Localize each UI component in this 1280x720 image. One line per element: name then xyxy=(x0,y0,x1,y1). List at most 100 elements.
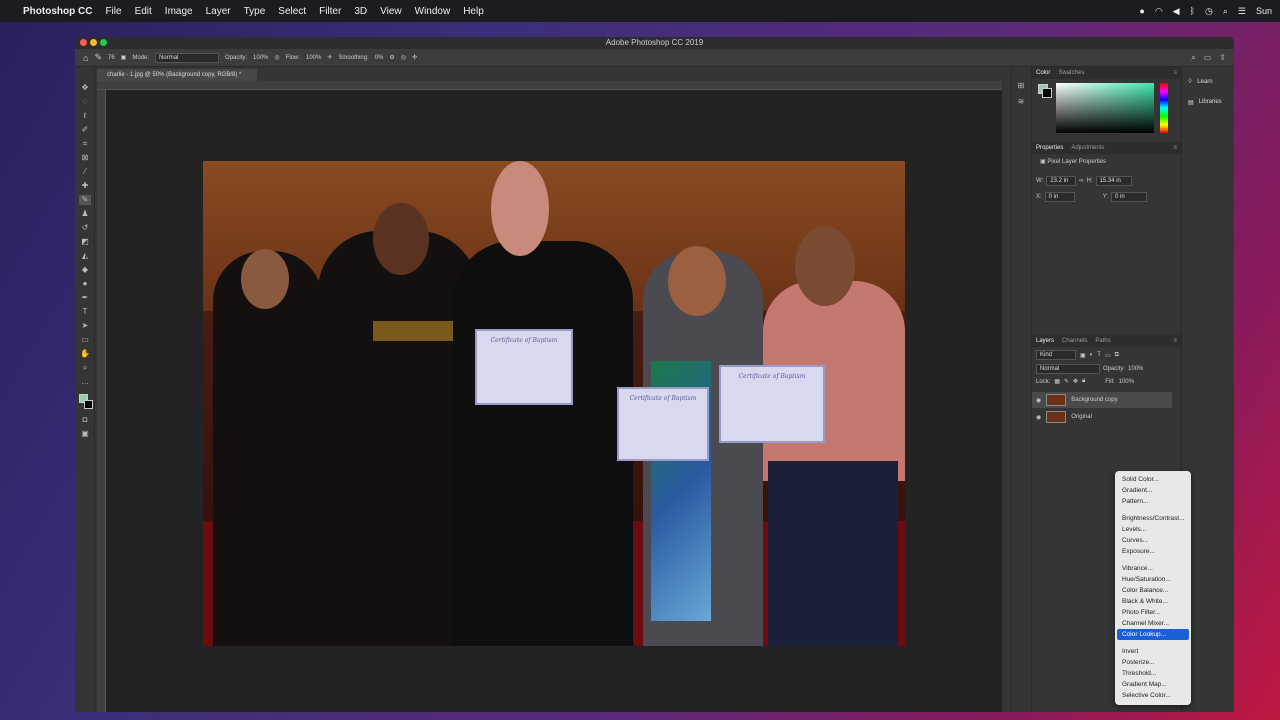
menu-layer[interactable]: Layer xyxy=(206,6,231,17)
menu-posterize[interactable]: Posterize... xyxy=(1117,657,1189,668)
filter-shape-icon[interactable]: ▭ xyxy=(1105,352,1111,359)
app-menu[interactable]: Photoshop CC xyxy=(23,6,92,17)
eraser-icon[interactable]: ◩ xyxy=(79,237,91,247)
menu-filter[interactable]: Filter xyxy=(319,6,341,17)
panel-menu-icon[interactable]: ≡ xyxy=(1173,70,1177,76)
close-icon[interactable] xyxy=(80,39,87,46)
h-field[interactable]: 15.34 in xyxy=(1095,176,1132,186)
tab-adjustments[interactable]: Adjustments xyxy=(1071,145,1104,151)
menu-curves[interactable]: Curves... xyxy=(1117,535,1189,546)
search-icon[interactable]: ⌕ xyxy=(1191,53,1195,63)
menu-levels[interactable]: Levels... xyxy=(1117,524,1189,535)
filter-pixel-icon[interactable]: ▣ xyxy=(1080,352,1086,359)
brush-panel-icon[interactable]: ▣ xyxy=(121,54,127,61)
move-tool-icon[interactable]: ✥ xyxy=(79,83,91,93)
menu-type[interactable]: Type xyxy=(244,6,266,17)
gear-icon[interactable]: ⚙ xyxy=(389,54,394,61)
zoom-icon[interactable] xyxy=(100,39,107,46)
y-field[interactable]: 0 in xyxy=(1111,192,1148,202)
menu-window[interactable]: Window xyxy=(415,6,451,17)
tab-channels[interactable]: Channels xyxy=(1062,338,1087,344)
menu-invert[interactable]: Invert xyxy=(1117,646,1189,657)
minimize-icon[interactable] xyxy=(90,39,97,46)
airbrush-icon[interactable]: ✈ xyxy=(327,54,332,61)
shape-tool-icon[interactable]: ▭ xyxy=(79,335,91,345)
quick-mask-icon[interactable]: ◘ xyxy=(79,415,91,425)
bluetooth-icon[interactable]: ᛒ xyxy=(1190,6,1195,16)
menu-help[interactable]: Help xyxy=(463,6,484,17)
volume-icon[interactable]: ◀ xyxy=(1173,6,1180,17)
eyedropper-icon[interactable]: ⁄ xyxy=(79,167,91,177)
layer-opacity-field[interactable]: 100% xyxy=(1128,366,1143,372)
tab-color[interactable]: Color xyxy=(1036,70,1050,76)
history-brush-icon[interactable]: ↺ xyxy=(79,223,91,233)
menu-image[interactable]: Image xyxy=(165,6,193,17)
pressure-size-icon[interactable]: ◎ xyxy=(401,54,406,61)
layer-row-original[interactable]: ◉ Original xyxy=(1032,409,1172,425)
link-icon[interactable]: ∞ xyxy=(1079,178,1083,184)
share-icon[interactable]: ⇪ xyxy=(1219,53,1226,63)
pressure-opacity-icon[interactable]: ◎ xyxy=(274,54,279,61)
saturation-field[interactable] xyxy=(1056,83,1154,133)
menu-file[interactable]: File xyxy=(105,6,121,17)
filter-type-icon[interactable]: T xyxy=(1097,352,1101,358)
flow-field[interactable]: 100% xyxy=(306,55,321,61)
libraries-button[interactable]: ▤ Libraries xyxy=(1188,99,1222,106)
marquee-tool-icon[interactable]: ◌ xyxy=(79,97,91,107)
brush-icon[interactable]: ✎ xyxy=(94,52,102,63)
stamp-tool-icon[interactable]: ♟ xyxy=(79,209,91,219)
lock-all-icon[interactable]: 🔒︎ xyxy=(1082,378,1085,385)
blur-tool-icon[interactable]: ◆ xyxy=(79,265,91,275)
symmetry-icon[interactable]: ✣ xyxy=(412,54,417,61)
zoom-tool-icon[interactable]: ⌕ xyxy=(79,363,91,373)
kind-filter[interactable]: Kind xyxy=(1036,350,1076,360)
x-field[interactable]: 0 in xyxy=(1044,192,1075,202)
lock-move-icon[interactable]: ✥ xyxy=(1073,378,1078,385)
filter-adjust-icon[interactable]: ◐ xyxy=(1090,352,1094,358)
eye-icon[interactable]: ◉ xyxy=(1036,397,1041,404)
menu-edit[interactable]: Edit xyxy=(135,6,152,17)
bg-swatch[interactable] xyxy=(1042,88,1052,98)
filter-smart-icon[interactable]: ⧉ xyxy=(1115,352,1119,359)
menu-gradient-map[interactable]: Gradient Map... xyxy=(1117,679,1189,690)
path-select-icon[interactable]: ➤ xyxy=(79,321,91,331)
layer-row-background-copy[interactable]: ◉ Background copy xyxy=(1032,392,1172,408)
ruler-top[interactable] xyxy=(97,81,1002,90)
quick-select-icon[interactable]: ✐ xyxy=(79,125,91,135)
menu-channel-mixer[interactable]: Channel Mixer... xyxy=(1117,618,1189,629)
type-tool-icon[interactable]: T xyxy=(79,307,91,317)
menu-black-white[interactable]: Black & White... xyxy=(1117,596,1189,607)
tab-swatches[interactable]: Swatches xyxy=(1058,70,1084,76)
document-tab[interactable]: charlie - 1.jpg @ 50% (Background copy, … xyxy=(97,69,257,81)
menu-color-lookup[interactable]: Color Lookup... xyxy=(1117,629,1189,640)
menu-photo-filter[interactable]: Photo Filter... xyxy=(1117,607,1189,618)
healing-brush-icon[interactable]: ✚ xyxy=(79,181,91,191)
panel-menu-icon[interactable]: ≡ xyxy=(1173,338,1177,344)
tab-layers[interactable]: Layers xyxy=(1036,338,1054,344)
menu-solid-color[interactable]: Solid Color... xyxy=(1117,474,1189,485)
record-icon[interactable]: ● xyxy=(1139,6,1144,16)
pen-tool-icon[interactable]: ✒ xyxy=(79,293,91,303)
menu-selective-color[interactable]: Selective Color... xyxy=(1117,690,1189,701)
lasso-tool-icon[interactable]: ℓ xyxy=(79,111,91,121)
user-name[interactable]: Sun xyxy=(1256,6,1272,16)
layer-name[interactable]: Original xyxy=(1071,414,1092,420)
hand-tool-icon[interactable]: ✋ xyxy=(79,349,91,359)
lock-transparency-icon[interactable]: ▦ xyxy=(1054,378,1060,385)
workspace-icon[interactable]: ▭ xyxy=(1204,53,1212,63)
control-center-icon[interactable]: ☰ xyxy=(1238,6,1246,17)
dodge-tool-icon[interactable]: ● xyxy=(79,279,91,289)
history-panel-icon[interactable]: ⊞ xyxy=(1015,81,1027,91)
search-icon[interactable]: ⌕ xyxy=(1223,6,1228,17)
frame-tool-icon[interactable]: ⊠ xyxy=(79,153,91,163)
w-field[interactable]: 23.2 in xyxy=(1046,176,1077,186)
menu-vibrance[interactable]: Vibrance... xyxy=(1117,563,1189,574)
crop-tool-icon[interactable]: ⌗ xyxy=(79,139,91,149)
mode-select[interactable]: Normal xyxy=(155,52,220,63)
home-icon[interactable]: ⌂ xyxy=(83,53,88,63)
menu-color-balance[interactable]: Color Balance... xyxy=(1117,585,1189,596)
menu-pattern[interactable]: Pattern... xyxy=(1117,496,1189,507)
brush-settings-icon[interactable]: ≋ xyxy=(1015,97,1027,107)
menu-view[interactable]: View xyxy=(380,6,402,17)
wifi-icon[interactable]: ◠ xyxy=(1155,6,1163,17)
